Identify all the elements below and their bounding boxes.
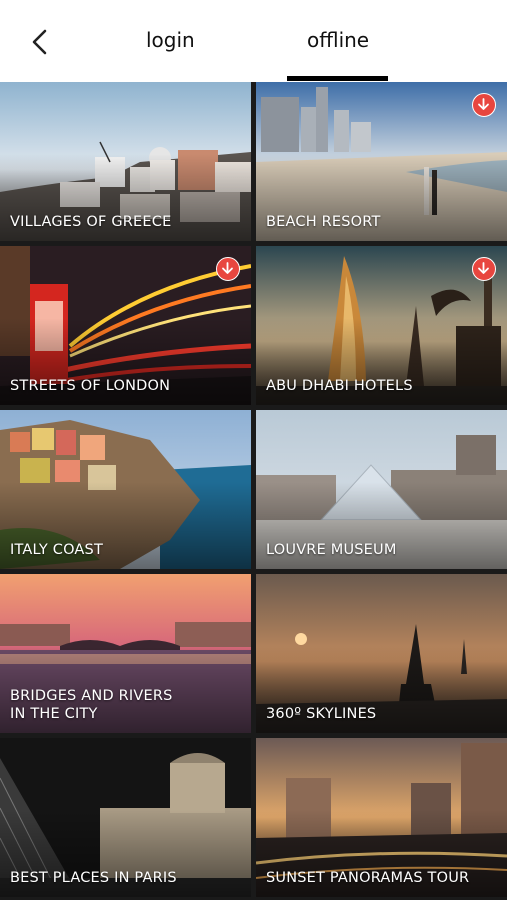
tour-tile-louvre-museum[interactable]: LOUVRE MUSEUM (256, 410, 507, 569)
tour-tile-abu-dhabi-hotels[interactable]: ABU DHABI HOTELS (256, 246, 507, 405)
tour-grid: VILLAGES OF GREECE BEACH RESORT STREETS … (0, 82, 507, 900)
tab-offline[interactable]: offline (307, 28, 369, 52)
tour-tile-bridges-and-rivers[interactable]: BRIDGES AND RIVERS IN THE CITY (0, 574, 251, 733)
tile-title: STREETS OF LONDON (10, 378, 171, 394)
tour-tile-360-skylines[interactable]: 360º SKYLINES (256, 574, 507, 733)
download-arrow-icon (478, 262, 489, 274)
tile-title: SUNSET PANORAMAS TOUR (266, 870, 470, 886)
download-badge[interactable] (216, 257, 240, 281)
download-badge[interactable] (472, 257, 496, 281)
tour-tile-streets-of-london[interactable]: STREETS OF LONDON (0, 246, 251, 405)
tour-tile-italy-coast[interactable]: ITALY COAST (0, 410, 251, 569)
tile-title: BEACH RESORT (266, 214, 381, 230)
download-arrow-icon (222, 262, 233, 274)
tile-title: ITALY COAST (10, 542, 104, 558)
tile-title: ABU DHABI HOTELS (266, 378, 413, 394)
download-arrow-icon (478, 98, 489, 110)
tour-tile-best-places-in-paris[interactable]: BEST PLACES IN PARIS (0, 738, 251, 897)
top-bar: login offline (0, 0, 507, 82)
tile-title: VILLAGES OF GREECE (10, 214, 172, 230)
tile-title: LOUVRE MUSEUM (266, 542, 397, 558)
tour-tile-sunset-panoramas-tour[interactable]: SUNSET PANORAMAS TOUR (256, 738, 507, 897)
back-chevron-icon[interactable] (28, 28, 56, 56)
tour-tile-beach-resort[interactable]: BEACH RESORT (256, 82, 507, 241)
tile-title: BEST PLACES IN PARIS (10, 870, 177, 886)
tour-tile-villages-of-greece[interactable]: VILLAGES OF GREECE (0, 82, 251, 241)
tile-title: 360º SKYLINES (266, 706, 377, 722)
download-badge[interactable] (472, 93, 496, 117)
active-tab-indicator (287, 76, 388, 81)
tile-title: BRIDGES AND RIVERS IN THE CITY (10, 688, 173, 722)
tab-login[interactable]: login (146, 28, 195, 52)
